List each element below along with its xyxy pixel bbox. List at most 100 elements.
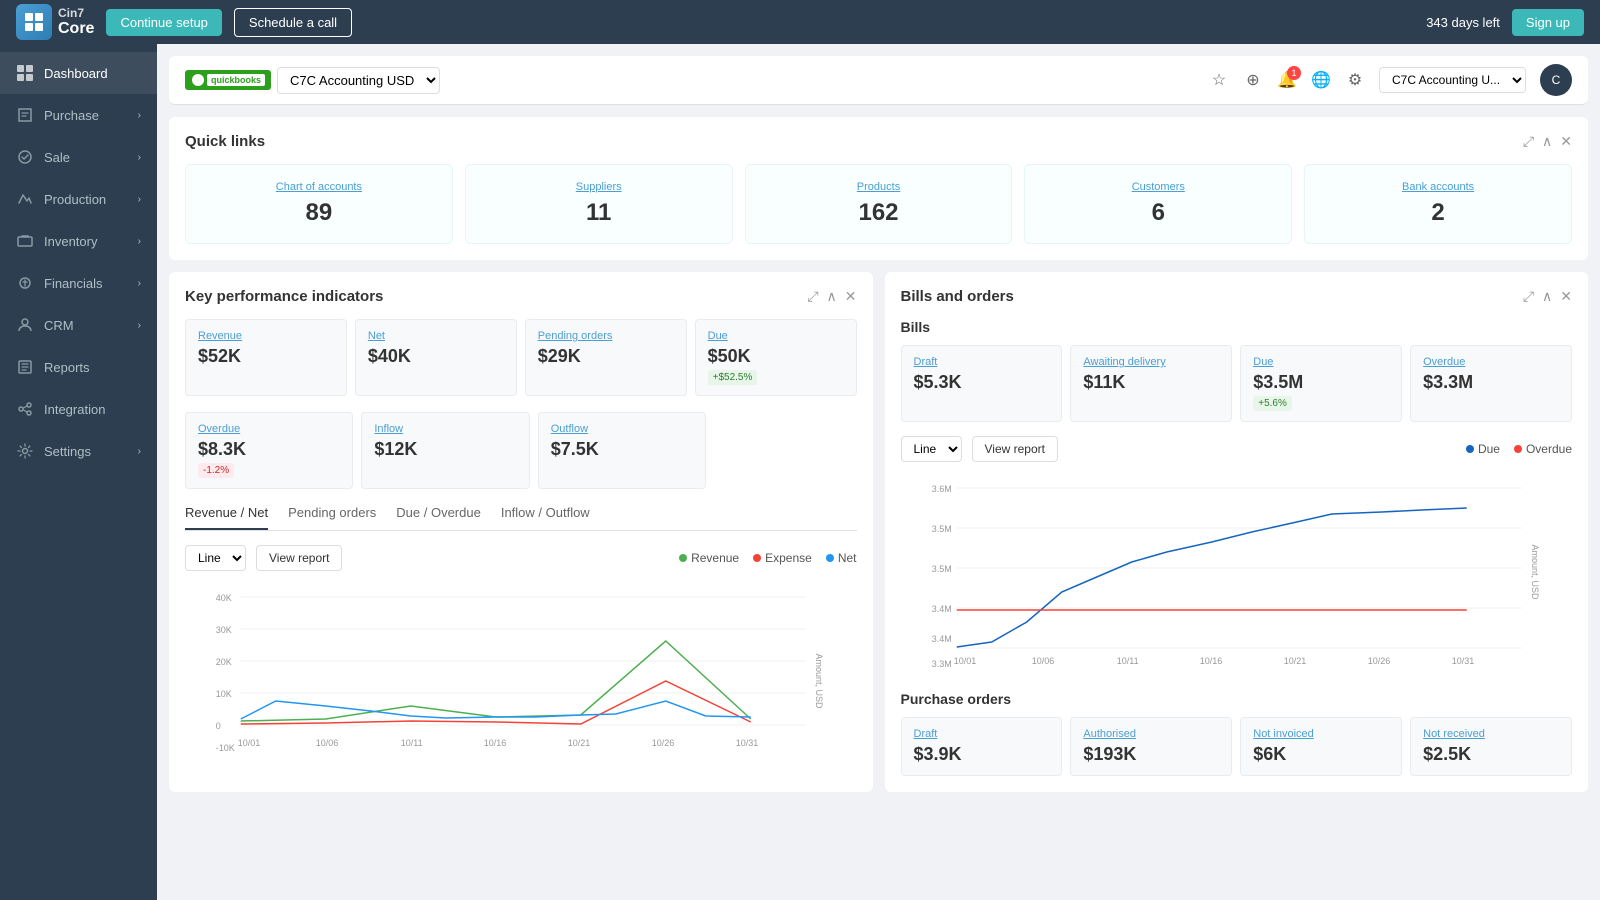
crm-icon [16, 316, 34, 334]
bills-collapse-icon[interactable]: ∧ [1542, 288, 1552, 305]
kpi-overdue[interactable]: Overdue $8.3K -1.2% [185, 412, 353, 489]
sidebar-production-label: Production [44, 192, 106, 207]
svg-text:0: 0 [216, 721, 221, 731]
expand-icon[interactable]: ⤢ [1523, 133, 1534, 150]
kpi-expand-icon[interactable]: ⤢ [807, 288, 818, 305]
po-not-invoiced[interactable]: Not invoiced $6K [1240, 717, 1402, 776]
quick-link-bank-accounts[interactable]: Bank accounts 2 [1304, 164, 1572, 244]
kpi-chart-type[interactable]: Line [185, 545, 246, 571]
bills-chart: 3.6M 3.5M 3.5M 3.4M 3.4M 3.3M Amount, US… [901, 472, 1573, 672]
svg-text:20K: 20K [216, 657, 232, 667]
sidebar-item-sale[interactable]: Sale › [0, 136, 157, 178]
sidebar-item-settings[interactable]: Settings › [0, 430, 157, 472]
sidebar-integration-label: Integration [44, 402, 105, 417]
logo-text: Cin7 Core [58, 7, 94, 38]
bills-chart-type[interactable]: Line [901, 436, 962, 462]
kpi-net[interactable]: Net $40K [355, 319, 517, 396]
quick-links-controls: ⤢ ∧ ✕ [1523, 133, 1572, 150]
globe-icon[interactable]: 🌐 [1311, 70, 1331, 90]
bills-close-icon[interactable]: ✕ [1560, 288, 1572, 305]
help-icon[interactable]: ⚙ [1345, 70, 1365, 90]
purchase-orders-section: Purchase orders Draft $3.9K Authorised $… [901, 691, 1573, 776]
tab-due-overdue[interactable]: Due / Overdue [396, 505, 481, 530]
continue-setup-button[interactable]: Continue setup [106, 9, 221, 36]
due-label: Due [708, 330, 844, 342]
svg-text:10/21: 10/21 [568, 738, 591, 748]
kpi-tabs: Revenue / Net Pending orders Due / Overd… [185, 505, 857, 531]
kpi-collapse-icon[interactable]: ∧ [827, 288, 837, 305]
svg-text:30K: 30K [216, 625, 232, 635]
purchase-chevron-icon: › [138, 110, 141, 121]
tab-revenue-net[interactable]: Revenue / Net [185, 505, 268, 530]
svg-text:10/26: 10/26 [652, 738, 675, 748]
chart-accounts-label: Chart of accounts [202, 181, 436, 193]
bills-view-report-button[interactable]: View report [972, 436, 1058, 462]
quick-link-chart-accounts[interactable]: Chart of accounts 89 [185, 164, 453, 244]
svg-text:3.4M: 3.4M [931, 634, 951, 644]
production-chevron-icon: › [138, 194, 141, 205]
svg-text:10/31: 10/31 [736, 738, 759, 748]
close-icon[interactable]: ✕ [1560, 133, 1572, 150]
notification-icon[interactable]: 🔔 1 [1277, 70, 1297, 90]
svg-text:40K: 40K [216, 593, 232, 603]
svg-text:10/11: 10/11 [401, 738, 423, 748]
legend-expense: Expense [753, 551, 812, 565]
kpi-due[interactable]: Due $50K +$52.5% [695, 319, 857, 396]
quick-link-products[interactable]: Products 162 [745, 164, 1013, 244]
company-select[interactable]: C7C Accounting USD [277, 67, 440, 94]
sidebar-sale-label: Sale [44, 150, 70, 165]
quick-link-suppliers[interactable]: Suppliers 11 [465, 164, 733, 244]
sidebar-settings-label: Settings [44, 444, 91, 459]
sale-chevron-icon: › [138, 152, 141, 163]
bill-awaiting[interactable]: Awaiting delivery $11K [1070, 345, 1232, 422]
svg-text:10/26: 10/26 [1367, 656, 1390, 666]
sidebar-item-purchase[interactable]: Purchase › [0, 94, 157, 136]
signup-button[interactable]: Sign up [1512, 9, 1584, 36]
quickbooks-badge: quickbooks C7C Accounting USD [185, 67, 440, 94]
header-bar: quickbooks C7C Accounting USD ☆ ⊕ 🔔 1 🌐 … [169, 56, 1588, 105]
sidebar-item-integration[interactable]: Integration [0, 388, 157, 430]
schedule-call-button[interactable]: Schedule a call [234, 8, 352, 37]
bill-overdue[interactable]: Overdue $3.3M [1410, 345, 1572, 422]
po-not-received-value: $2.5K [1423, 744, 1559, 765]
sidebar-item-production[interactable]: Production › [0, 178, 157, 220]
add-icon[interactable]: ⊕ [1243, 70, 1263, 90]
sidebar-item-dashboard[interactable]: Dashboard [0, 52, 157, 94]
star-icon[interactable]: ☆ [1209, 70, 1229, 90]
kpi-inflow[interactable]: Inflow $12K [361, 412, 529, 489]
bill-due[interactable]: Due $3.5M +5.6% [1240, 345, 1402, 422]
quick-link-customers[interactable]: Customers 6 [1024, 164, 1292, 244]
kpi-outflow[interactable]: Outflow $7.5K [538, 412, 706, 489]
sidebar-inventory-label: Inventory [44, 234, 97, 249]
po-authorised[interactable]: Authorised $193K [1070, 717, 1232, 776]
bills-expand-icon[interactable]: ⤢ [1523, 288, 1534, 305]
topbar-right: 343 days left Sign up [1426, 9, 1584, 36]
tab-pending-orders[interactable]: Pending orders [288, 505, 376, 530]
po-authorised-label: Authorised [1083, 728, 1219, 740]
financials-icon [16, 274, 34, 292]
header-icons: ☆ ⊕ 🔔 1 🌐 ⚙ C7C Accounting U... C [1209, 64, 1572, 96]
financials-chevron-icon: › [138, 278, 141, 289]
sidebar-dashboard-label: Dashboard [44, 66, 108, 81]
user-avatar[interactable]: C [1540, 64, 1572, 96]
sidebar-item-reports[interactable]: Reports [0, 346, 157, 388]
svg-text:10/01: 10/01 [953, 656, 976, 666]
sidebar-item-crm[interactable]: CRM › [0, 304, 157, 346]
kpi-revenue[interactable]: Revenue $52K [185, 319, 347, 396]
po-not-received[interactable]: Not received $2.5K [1410, 717, 1572, 776]
kpi-view-report-button[interactable]: View report [256, 545, 342, 571]
kpi-pending-orders[interactable]: Pending orders $29K [525, 319, 687, 396]
purchase-icon [16, 106, 34, 124]
tab-inflow-outflow[interactable]: Inflow / Outflow [501, 505, 590, 530]
po-draft[interactable]: Draft $3.9K [901, 717, 1063, 776]
company-dropdown[interactable]: C7C Accounting U... [1379, 67, 1526, 93]
sidebar-item-financials[interactable]: Financials › [0, 262, 157, 304]
due-badge: +$52.5% [708, 370, 758, 385]
quickbooks-logo: quickbooks [185, 70, 271, 90]
outflow-label: Outflow [551, 423, 693, 435]
kpi-close-icon[interactable]: ✕ [845, 288, 857, 305]
collapse-icon[interactable]: ∧ [1542, 133, 1552, 150]
sidebar-item-inventory[interactable]: Inventory › [0, 220, 157, 262]
bill-draft[interactable]: Draft $5.3K [901, 345, 1063, 422]
bank-accounts-value: 2 [1321, 199, 1555, 227]
